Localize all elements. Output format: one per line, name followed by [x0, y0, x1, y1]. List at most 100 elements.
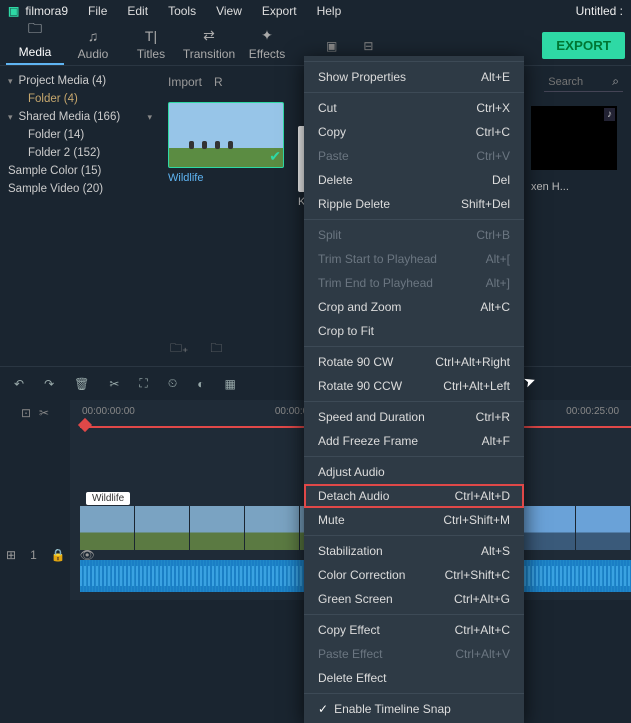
media-item-wildlife[interactable]: ✔ Wildlife	[168, 102, 284, 208]
ctx-label: Cut	[318, 101, 337, 115]
track-id-icon[interactable]: ⊞	[6, 548, 16, 562]
ctx-color-correction[interactable]: Color CorrectionCtrl+Shift+C	[304, 563, 524, 587]
ctx-shortcut: Alt+[	[486, 252, 510, 266]
ctx-copy-effect[interactable]: Copy EffectCtrl+Alt+C	[304, 618, 524, 642]
menu-edit[interactable]: Edit	[117, 4, 158, 18]
ctx-copy[interactable]: CopyCtrl+C	[304, 120, 524, 144]
tree-sample-color[interactable]: Sample Color (15)	[0, 162, 160, 180]
ctx-label: Rotate 90 CCW	[318, 379, 402, 393]
ctx-shortcut: Alt+]	[486, 276, 510, 290]
ctx-ripple-delete[interactable]: Ripple Delete Shift+Del	[304, 192, 524, 216]
tree-project-media[interactable]: Project Media (4)	[0, 72, 160, 90]
tree-shared-media[interactable]: Shared Media (166)▾	[0, 108, 160, 126]
ctx-label: Delete Effect	[318, 671, 386, 685]
text-icon: T|	[145, 28, 157, 44]
tab-label: Titles	[137, 47, 165, 61]
ctx-crop-and-zoom[interactable]: Crop and ZoomAlt+C	[304, 295, 524, 319]
undo-icon[interactable]: ↶	[14, 377, 24, 391]
ctx-label: Trim Start to Playhead	[318, 252, 437, 266]
menu-view[interactable]: View	[206, 4, 252, 18]
ctx-delete[interactable]: DeleteDel	[304, 168, 524, 192]
ctx-label: Adjust Audio	[318, 465, 385, 479]
tab-label: Transition	[183, 47, 235, 61]
ctx-crop-to-fit[interactable]: Crop to Fit	[304, 319, 524, 343]
ctx-shortcut: Shift+Del	[461, 197, 510, 211]
ctx-label: Green Screen	[318, 592, 393, 606]
menu-tools[interactable]: Tools	[158, 4, 206, 18]
ctx-rotate-90-ccw[interactable]: Rotate 90 CCWCtrl+Alt+Left	[304, 374, 524, 398]
remove-folder-icon[interactable]: 🗀	[210, 339, 222, 360]
right-thumb-column: ♪ xen H...	[531, 106, 631, 193]
music-icon: ♫	[88, 28, 99, 44]
lock-icon[interactable]: 🔒	[51, 548, 66, 562]
ctx-enable-timeline-snap[interactable]: ✓Enable Timeline Snap	[304, 697, 524, 721]
ctx-add-freeze-frame[interactable]: Add Freeze FrameAlt+F	[304, 429, 524, 453]
ctx-show-properties[interactable]: Show PropertiesAlt+E	[304, 65, 524, 89]
ctx-stabilization[interactable]: StabilizationAlt+S	[304, 539, 524, 563]
tree-folder-2[interactable]: Folder 2 (152)	[0, 144, 160, 162]
menu-export[interactable]: Export	[252, 4, 307, 18]
tab-titles[interactable]: T| Titles	[122, 28, 180, 65]
folder-icon: 🗀	[28, 18, 42, 42]
ctx-shortcut: Ctrl+C	[476, 125, 510, 139]
menu-help[interactable]: Help	[307, 4, 352, 18]
picture-icon[interactable]: ▣	[326, 39, 337, 53]
search-field[interactable]: ⌕	[544, 72, 623, 92]
search-input[interactable]	[548, 76, 608, 88]
ctx-green-screen[interactable]: Green Screen Ctrl+Alt+G	[304, 587, 524, 611]
title-bar: ▣ filmora9 File Edit Tools View Export H…	[0, 0, 631, 22]
ctx-shortcut: Ctrl+Alt+G	[454, 592, 510, 606]
delete-icon[interactable]: 🗑	[74, 377, 89, 391]
ctx-separator	[304, 456, 524, 457]
ctx-shortcut: Ctrl+Shift+M	[443, 513, 510, 527]
ctx-shortcut: Ctrl+V	[476, 149, 510, 163]
new-folder-icon[interactable]: 🗀₊	[170, 339, 188, 360]
ctx-separator	[304, 61, 524, 62]
ctx-speed-and-duration[interactable]: Speed and DurationCtrl+R	[304, 405, 524, 429]
ctx-label: Split	[318, 228, 341, 242]
ctx-separator	[304, 535, 524, 536]
ctx-trim-start-to-playhead: Trim Start to Playhead Alt+[	[304, 247, 524, 271]
redo-icon[interactable]: ↷	[44, 377, 54, 391]
ctx-label: Add Freeze Frame	[318, 434, 418, 448]
document-title: Untitled :	[576, 4, 623, 18]
ctx-shortcut: Alt+E	[481, 70, 510, 84]
ctx-paste: PasteCtrl+V	[304, 144, 524, 168]
tree-folder-14[interactable]: Folder (14)	[0, 126, 160, 144]
green-screen-icon[interactable]: ▦	[224, 377, 235, 391]
import-button[interactable]: Import	[168, 75, 202, 89]
tab-transition[interactable]: ⇄ Transition	[180, 27, 238, 65]
tab-effects[interactable]: ✦ Effects	[238, 27, 296, 65]
ctx-paste-effect: Paste EffectCtrl+Alt+V	[304, 642, 524, 666]
context-menu: Show PropertiesAlt+ECutCtrl+XCopyCtrl+CP…	[304, 56, 524, 723]
ctx-shortcut: Del	[492, 173, 510, 187]
search-icon: ⌕	[612, 74, 619, 89]
ctx-rotate-90-cw[interactable]: Rotate 90 CWCtrl+Alt+Right	[304, 350, 524, 374]
ctx-adjust-audio[interactable]: Adjust Audio	[304, 460, 524, 484]
magnet-icon[interactable]: ⊡	[21, 406, 31, 420]
cut-icon[interactable]: ✂	[109, 377, 119, 391]
ctx-delete-effect[interactable]: Delete Effect	[304, 666, 524, 690]
transition-icon: ⇄	[203, 27, 215, 44]
crop-icon[interactable]: ⛶	[139, 376, 147, 391]
tree-sample-video[interactable]: Sample Video (20)	[0, 180, 160, 198]
tab-media[interactable]: 🗀 Media	[6, 18, 64, 65]
cut-tool-icon[interactable]: ✂	[39, 406, 49, 420]
ctx-detach-audio[interactable]: Detach AudioCtrl+Alt+D	[304, 484, 524, 508]
export-button[interactable]: EXPORT	[542, 32, 625, 59]
media-item-hidden[interactable]: ♪	[531, 106, 617, 170]
ctx-cut[interactable]: CutCtrl+X	[304, 96, 524, 120]
ctx-shortcut: Ctrl+Alt+D	[455, 489, 510, 503]
ctx-label: Ripple Delete	[318, 197, 390, 211]
speed-icon[interactable]: ⏲	[168, 376, 177, 391]
menu-file[interactable]: File	[78, 4, 117, 18]
layout-icon[interactable]: ⊟	[363, 39, 373, 53]
timecode: 00:00:25:00	[566, 406, 619, 422]
tree-folder[interactable]: Folder (4)	[0, 90, 160, 108]
tab-audio[interactable]: ♫ Audio	[64, 28, 122, 65]
r-button[interactable]: R	[214, 75, 223, 89]
ctx-label: Crop and Zoom	[318, 300, 401, 314]
thumb-label: xen H...	[531, 181, 631, 193]
ctx-mute[interactable]: MuteCtrl+Shift+M	[304, 508, 524, 532]
color-icon[interactable]: ◐	[197, 377, 204, 391]
